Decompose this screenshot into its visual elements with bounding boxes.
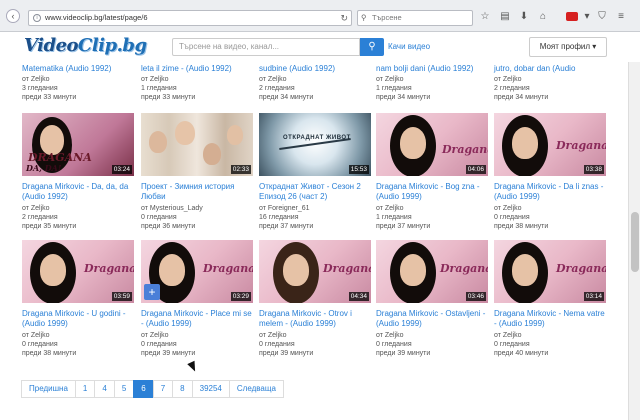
- search-icon: ⚲: [368, 41, 376, 52]
- reading-list-icon[interactable]: ▤: [499, 11, 511, 23]
- thumb-text: Dragana: [556, 139, 606, 152]
- video-title[interactable]: Dragana Mirkovic - Place mi se - (Audio …: [141, 309, 255, 329]
- video-title[interactable]: Dragana Mirkovic - Da li znas - (Audio 1…: [494, 182, 608, 202]
- site-logo[interactable]: VideoClip.bg: [24, 35, 147, 56]
- video-title[interactable]: Dragana Mirkovic - Ostavljeni - (Audio 1…: [376, 309, 490, 329]
- video-thumbnail[interactable]: Dragana 04:34: [259, 240, 371, 303]
- browser-search-placeholder: Търсене: [372, 13, 402, 22]
- bookmark-star-icon[interactable]: ☆: [479, 11, 491, 23]
- video-thumbnail[interactable]: Dragana 04:06: [376, 113, 488, 176]
- video-title[interactable]: Matematika (Audio 1992): [22, 64, 136, 74]
- video-time: преди 39 минути: [141, 350, 196, 357]
- logo-part1: Video: [24, 35, 79, 56]
- youtube-addon-icon[interactable]: [566, 12, 578, 21]
- mouse-cursor-icon: [187, 360, 199, 374]
- home-icon[interactable]: ⌂: [537, 11, 549, 23]
- site-header: VideoClip.bg Търсене на видео, канал... …: [0, 32, 640, 62]
- video-title[interactable]: sudbine (Audio 1992): [259, 64, 373, 74]
- thumb-text: Dragana: [442, 143, 488, 156]
- menu-icon[interactable]: ≡: [615, 11, 627, 23]
- shield-icon[interactable]: ⛉: [596, 11, 608, 23]
- scrollbar[interactable]: [628, 62, 640, 420]
- video-title[interactable]: jutro, dobar dan (Audio: [494, 64, 608, 74]
- browser-search-field[interactable]: ⚲ Търсене: [357, 10, 473, 26]
- video-title[interactable]: Проект - Зимния история Любви: [141, 182, 255, 202]
- video-time: преди 35 минути: [22, 223, 77, 230]
- my-profile-button[interactable]: Моят профил ▾: [529, 37, 607, 57]
- video-duration: 04:06: [465, 165, 486, 174]
- search-icon: ⚲: [361, 13, 367, 22]
- pagination: Предишна 1 4 5 6 7 8 39254 Следваща: [21, 380, 284, 398]
- video-thumbnail[interactable]: ОТКРАДНАТ ЖИВОТ 15:53: [259, 113, 371, 176]
- reload-icon[interactable]: ↻: [340, 11, 348, 25]
- url-text: www.videoclip.bg/latest/page/6: [45, 13, 148, 22]
- video-title[interactable]: Dragana Mirkovic - Bog zna - (Audio 1999…: [376, 182, 490, 202]
- thumb-text: ОТКРАДНАТ ЖИВОТ: [283, 135, 351, 141]
- video-duration: 03:38: [583, 165, 604, 174]
- video-time: преди 40 минути: [494, 350, 549, 357]
- video-title[interactable]: nam bolji dani (Audio 1992): [376, 64, 490, 74]
- video-time: преди 39 минути: [259, 350, 314, 357]
- video-time: преди 34 минути: [259, 94, 314, 101]
- video-duration: 04:34: [348, 292, 369, 301]
- thumb-subtext: DA, DA!: [26, 163, 62, 173]
- page-button[interactable]: 5: [113, 380, 135, 398]
- page-button[interactable]: 7: [152, 380, 174, 398]
- dropdown-icon[interactable]: ▾: [581, 11, 593, 23]
- logo-part2: Clip.bg: [78, 35, 147, 56]
- video-thumbnail[interactable]: Dragana 03:14: [494, 240, 606, 303]
- video-thumbnail[interactable]: Dragana 03:46: [376, 240, 488, 303]
- video-title[interactable]: Откраднат Живот - Сезон 2 Епизод 26 (час…: [259, 182, 373, 202]
- video-thumbnail[interactable]: 02:33: [141, 113, 253, 176]
- video-thumbnail[interactable]: Dragana 03:38: [494, 113, 606, 176]
- video-time: преди 38 минути: [494, 223, 549, 230]
- video-title[interactable]: Dragana Mirkovic - U godini - (Audio 199…: [22, 309, 136, 329]
- back-icon[interactable]: ‹: [6, 9, 20, 23]
- video-time: преди 34 минути: [494, 94, 549, 101]
- thumb-text: Dragana: [84, 262, 134, 275]
- video-title[interactable]: Dragana Mirkovic - Nema vatre - (Audio 1…: [494, 309, 608, 329]
- thumb-text: Dragana: [323, 262, 371, 275]
- video-time: преди 37 минути: [376, 223, 431, 230]
- video-duration: 03:14: [583, 292, 604, 301]
- video-title[interactable]: Dragana Mirkovic - Otrov i melem - (Audi…: [259, 309, 373, 329]
- next-page-button[interactable]: Следваща: [228, 380, 284, 398]
- video-thumbnail[interactable]: DRAGANA DA, DA! 03:24: [22, 113, 134, 176]
- add-to-playlist-icon[interactable]: +: [144, 284, 160, 300]
- browser-toolbar: ‹ i www.videoclip.bg/latest/page/6 ↻ ⚲ Т…: [0, 0, 640, 32]
- video-time: преди 33 минути: [22, 94, 77, 101]
- video-duration: 03:46: [465, 292, 486, 301]
- url-bar[interactable]: i www.videoclip.bg/latest/page/6 ↻: [28, 10, 352, 26]
- thumb-text: Dragana: [203, 262, 253, 275]
- page-button[interactable]: 1: [74, 380, 96, 398]
- prev-page-button[interactable]: Предишна: [21, 380, 76, 398]
- video-title[interactable]: leta il zime - (Audio 1992): [141, 64, 255, 74]
- thumb-text: Dragana: [440, 262, 488, 275]
- video-time: преди 37 минути: [259, 223, 314, 230]
- video-duration: 02:33: [230, 165, 251, 174]
- site-search-input[interactable]: Търсене на видео, канал...: [172, 38, 360, 56]
- video-thumbnail[interactable]: Dragana 03:59: [22, 240, 134, 303]
- video-title[interactable]: Dragana Mirkovic - Da, da, da (Audio 199…: [22, 182, 136, 202]
- video-thumbnail[interactable]: Dragana + 03:29: [141, 240, 253, 303]
- page-button[interactable]: 4: [94, 380, 115, 398]
- video-time: преди 38 минути: [22, 350, 77, 357]
- thumb-text: Dragana: [556, 262, 606, 275]
- current-page-button[interactable]: 6: [133, 380, 154, 398]
- page-button[interactable]: 8: [172, 380, 193, 398]
- video-time: преди 34 минути: [376, 94, 431, 101]
- site-search-button[interactable]: ⚲: [360, 38, 384, 56]
- scrollbar-thumb[interactable]: [631, 212, 639, 272]
- upload-video-link[interactable]: Качи видео: [388, 42, 430, 51]
- video-time: преди 36 минути: [141, 223, 196, 230]
- video-duration: 03:59: [111, 292, 132, 301]
- info-icon[interactable]: i: [33, 14, 41, 22]
- downloads-icon[interactable]: ⬇: [518, 11, 530, 23]
- video-duration: 03:29: [230, 292, 251, 301]
- video-time: преди 33 минути: [141, 94, 196, 101]
- video-duration: 03:24: [111, 165, 132, 174]
- video-duration: 15:53: [348, 165, 369, 174]
- video-time: преди 39 минути: [376, 350, 431, 357]
- last-page-button[interactable]: 39254: [191, 380, 230, 398]
